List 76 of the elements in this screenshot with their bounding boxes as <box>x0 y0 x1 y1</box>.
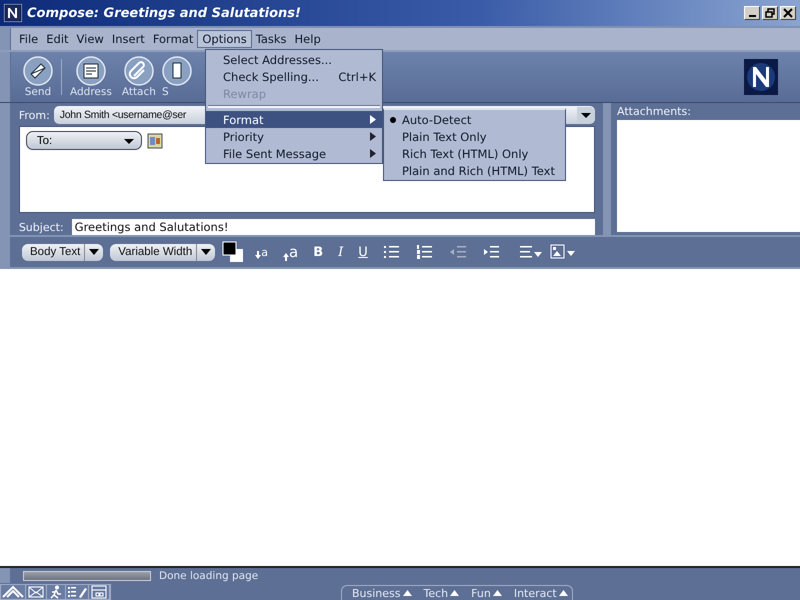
channel-tab[interactable]: Business <box>352 586 412 600</box>
minimize-button[interactable] <box>744 6 760 20</box>
color-picker-icon[interactable] <box>222 241 244 263</box>
menu-item[interactable]: Check Spelling... Ctrl+K <box>206 68 382 85</box>
address-book-icon[interactable] <box>89 585 110 599</box>
outdent-icon <box>448 244 467 260</box>
menu-item[interactable]: Help <box>290 31 325 47</box>
navigator-icon[interactable] <box>1 585 26 599</box>
attach-button[interactable]: Attach <box>120 56 158 98</box>
channel-tab[interactable]: Interact <box>514 586 568 600</box>
larger-font-button[interactable]: a <box>278 243 302 261</box>
app-logo-icon <box>4 4 22 22</box>
bullets-icon <box>382 244 401 260</box>
align-icon[interactable] <box>518 244 543 260</box>
menu-item[interactable]: Plain and Rich (HTML) Text <box>402 164 555 178</box>
menu-item[interactable]: Insert <box>108 31 149 47</box>
font-dropdown[interactable]: Variable Width <box>110 244 216 260</box>
toolbar-grip[interactable] <box>0 28 11 50</box>
logo-icon <box>744 59 778 95</box>
up-arrow-icon <box>558 590 568 596</box>
status-text: Done loading page <box>159 570 258 582</box>
restore-icon <box>765 8 775 18</box>
spell-check-icon <box>162 56 192 86</box>
menu-item[interactable]: File <box>15 31 42 47</box>
menu-item[interactable]: Plain Text Only <box>402 130 487 144</box>
subject-label: Subject: <box>18 220 64 234</box>
channel-tab[interactable]: Fun <box>471 586 502 600</box>
underline-button[interactable]: U <box>354 244 372 260</box>
menu-item[interactable]: File Sent Message <box>206 145 382 162</box>
toolbar-grip[interactable] <box>0 568 11 583</box>
mail-icon[interactable] <box>26 585 47 599</box>
up-arrow-icon <box>492 590 502 596</box>
attachments-label: Attachments: <box>617 105 692 118</box>
smaller-font-button[interactable]: a <box>251 246 272 258</box>
composer-icon[interactable] <box>66 585 89 599</box>
up-arrow-icon <box>402 590 412 596</box>
toolbar-grip[interactable] <box>0 237 11 267</box>
menu-item[interactable]: Format <box>206 111 382 128</box>
menu-item[interactable]: Edit <box>42 31 73 47</box>
insert-image-icon[interactable] <box>550 244 576 260</box>
up-arrow-icon <box>282 253 289 261</box>
down-arrow-icon <box>255 250 262 258</box>
subject-field[interactable]: Greetings and Salutations! <box>72 219 596 235</box>
menu-item[interactable]: Priority <box>206 128 382 145</box>
from-label: From: <box>18 108 50 122</box>
minimize-icon <box>748 15 756 17</box>
up-arrow-icon <box>450 590 460 596</box>
address-book-icon[interactable] <box>146 132 163 148</box>
restore-button[interactable] <box>762 6 778 20</box>
menu-item[interactable]: Auto-Detect <box>402 112 472 126</box>
to-dropdown[interactable]: To: <box>26 131 142 150</box>
menu-item[interactable]: Tasks <box>252 31 291 47</box>
menu-item[interactable]: View <box>72 31 108 47</box>
numbers-icon <box>416 244 434 260</box>
menu-item[interactable]: Rich Text (HTML) Only <box>402 146 528 160</box>
paragraph-style-dropdown[interactable]: Body Text <box>22 244 104 260</box>
window-title: Compose: Greetings and Salutations! <box>27 6 301 20</box>
spell-button[interactable]: S <box>160 56 194 98</box>
pen-envelope-icon <box>23 56 53 86</box>
caret-icon <box>200 247 212 257</box>
send-button[interactable]: Send <box>21 56 55 98</box>
indent-icon <box>482 244 500 260</box>
menu-item[interactable]: Options <box>197 30 252 48</box>
address-card-icon <box>76 56 106 86</box>
bold-button[interactable]: B <box>309 244 328 260</box>
toolbar-grip[interactable] <box>0 52 11 102</box>
caret-icon <box>88 247 100 257</box>
menu-item[interactable]: Select Addresses... <box>206 51 382 68</box>
italic-button[interactable]: I <box>334 244 348 260</box>
menu-item[interactable]: Format <box>148 31 198 47</box>
channel-tab[interactable]: Tech <box>424 586 460 600</box>
close-icon <box>783 8 793 18</box>
address-button[interactable]: Address <box>68 56 114 98</box>
toolbar-grip[interactable] <box>0 103 11 235</box>
paperclip-icon <box>124 56 154 86</box>
close-button[interactable] <box>780 6 796 20</box>
